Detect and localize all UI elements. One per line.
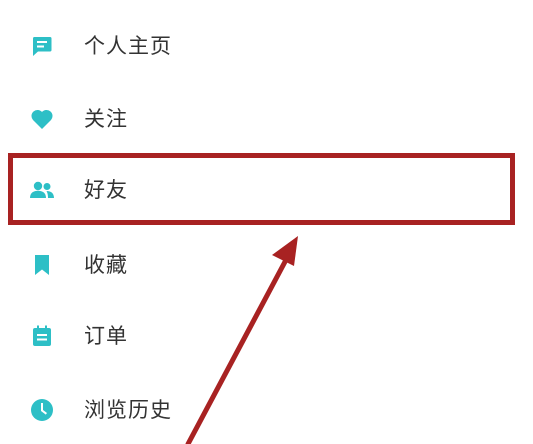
menu-screen: 个人主页 关注 好友 收藏 订单 浏览历史 <box>0 0 533 444</box>
clock-icon <box>29 397 55 423</box>
profile-page-icon <box>29 33 55 59</box>
menu-item-label: 浏览历史 <box>84 397 172 422</box>
menu-item-label: 好友 <box>84 177 128 202</box>
menu-item-label: 个人主页 <box>84 33 172 58</box>
menu-item-favorites[interactable]: 收藏 <box>0 240 533 290</box>
menu-item-label: 关注 <box>84 106 128 131</box>
menu-item-label: 收藏 <box>84 252 128 277</box>
bookmark-icon <box>29 252 55 278</box>
menu-item-label: 订单 <box>84 323 128 348</box>
heart-icon <box>29 106 55 132</box>
menu-item-history[interactable]: 浏览历史 <box>0 385 533 435</box>
friends-icon <box>29 177 55 203</box>
menu-item-follow[interactable]: 关注 <box>0 94 533 144</box>
menu-item-orders[interactable]: 订单 <box>0 311 533 361</box>
order-icon <box>29 323 55 349</box>
menu-item-friends[interactable]: 好友 <box>0 165 533 215</box>
menu-item-profile[interactable]: 个人主页 <box>0 21 533 71</box>
